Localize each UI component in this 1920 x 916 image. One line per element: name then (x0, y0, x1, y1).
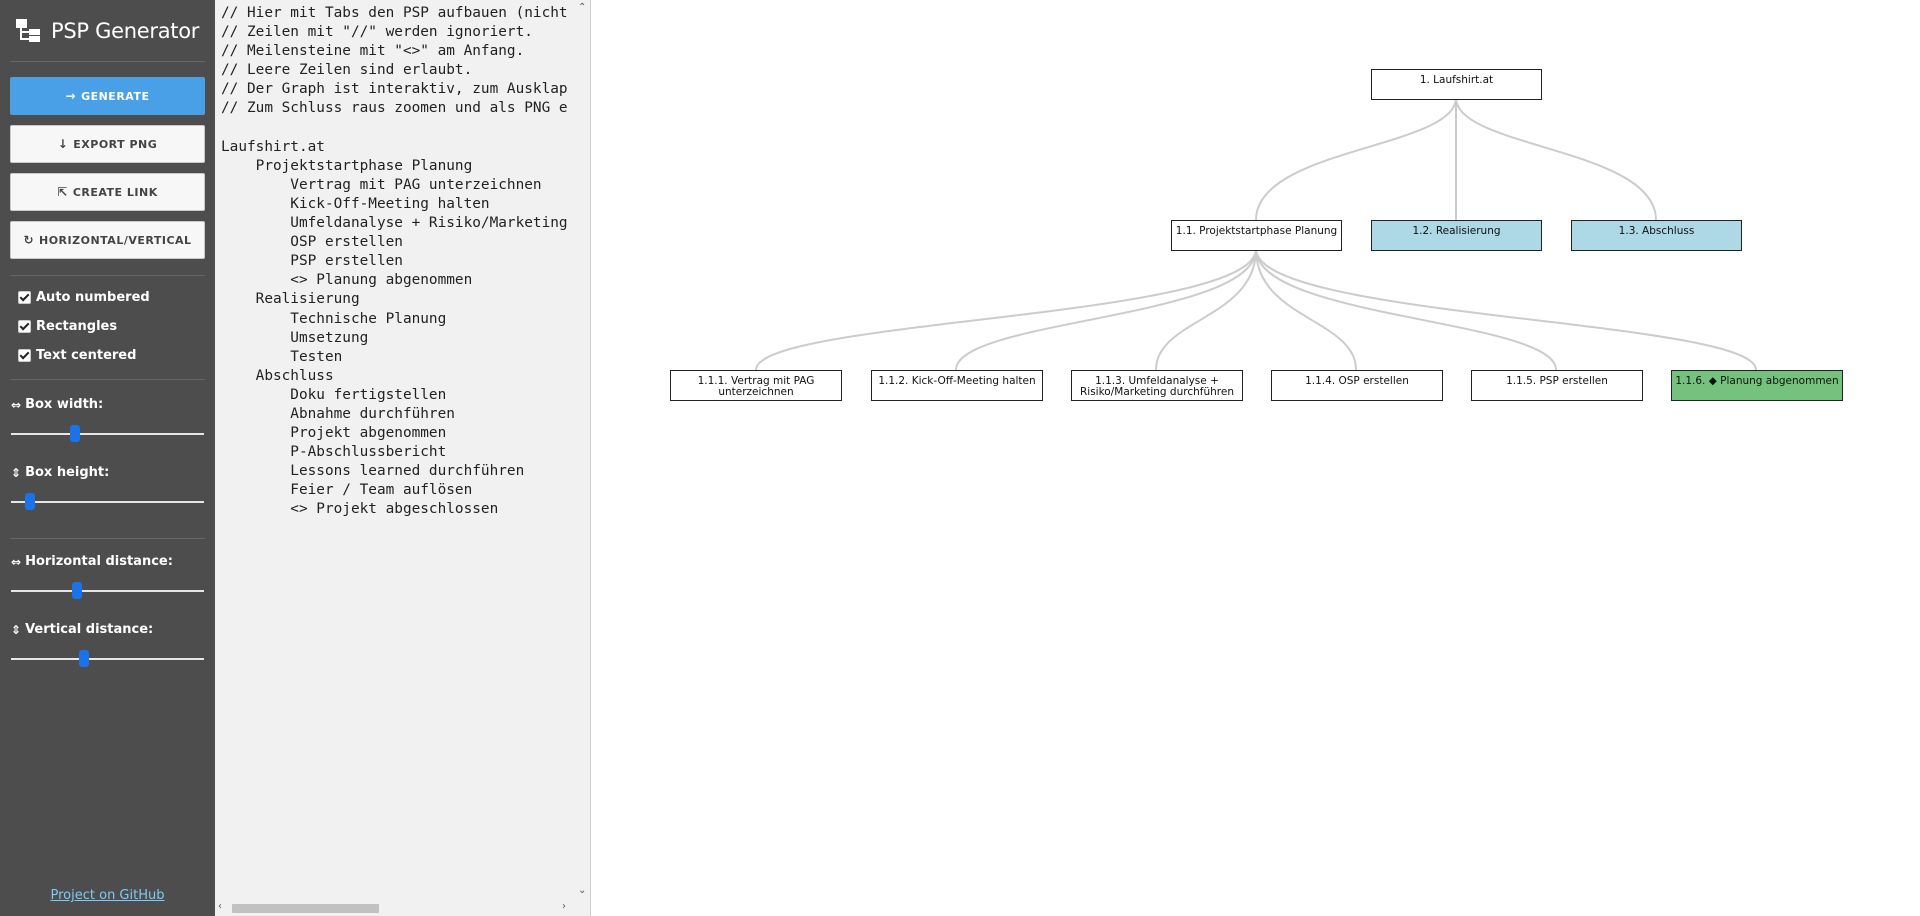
arrow-up-left-icon: ⇱ (57, 185, 68, 199)
create-link-button[interactable]: ⇱ CREATE LINK (10, 173, 205, 211)
vertical-distance-slider[interactable] (11, 650, 204, 667)
link-1-1-5 (1255, 248, 1557, 371)
text-centered-checkbox[interactable]: Text centered (18, 348, 136, 363)
vertical-distance-label: ⇕ Vertical distance: (11, 622, 153, 637)
tree-node-1-2[interactable]: 1.2. Realisierung (1371, 220, 1542, 251)
box-height-text: Box height: (25, 465, 110, 480)
horizontal-distance-slider-handle[interactable] (71, 582, 82, 599)
horizontal-distance-label: ⇔ Horizontal distance: (11, 554, 173, 569)
horizontal-arrows-icon: ⇔ (11, 554, 22, 569)
box-width-label: ⇔ Box width: (11, 397, 103, 412)
sidebar: PSP Generator → GENERATE ↓ EXPORT PNG ⇱ … (0, 0, 215, 916)
tree-node-1-1-5[interactable]: 1.1.5. PSP erstellen (1471, 370, 1643, 401)
horizontal-arrows-icon: ⇔ (11, 397, 22, 412)
tree-node-1-1-3[interactable]: 1.1.3. Umfeldanalyse + Risiko/Marketing … (1071, 370, 1243, 401)
vertical-arrows-icon: ⇕ (11, 465, 22, 480)
generate-button[interactable]: → GENERATE (10, 77, 205, 115)
divider (10, 61, 205, 62)
scroll-down-icon[interactable]: ⌄ (578, 885, 586, 896)
box-width-text: Box width: (25, 397, 104, 412)
box-width-slider[interactable] (11, 425, 204, 442)
vertical-distance-text: Vertical distance: (25, 622, 154, 637)
tree-node-1-1-2[interactable]: 1.1.2. Kick-Off-Meeting halten (871, 370, 1043, 401)
brand: PSP Generator (15, 14, 199, 48)
checkbox-checked-icon[interactable] (18, 349, 31, 362)
generate-label: GENERATE (81, 89, 150, 103)
horizontal-scrollbar-thumb[interactable] (232, 904, 379, 913)
tree-node-root[interactable]: 1. Laufshirt.at (1371, 69, 1542, 100)
link-1-1-1 (755, 248, 1257, 371)
scroll-left-icon[interactable]: ‹ (218, 901, 222, 912)
create-link-label: CREATE LINK (72, 185, 158, 199)
link-1-1-6 (1255, 248, 1757, 371)
auto-numbered-label: Auto numbered (36, 290, 150, 305)
checkbox-checked-icon[interactable] (18, 291, 31, 304)
box-height-label: ⇕ Box height: (11, 465, 109, 480)
checkbox-checked-icon[interactable] (18, 320, 31, 333)
divider (10, 538, 205, 539)
divider (10, 275, 205, 276)
node-label: 1.1.5. PSP erstellen (1506, 375, 1608, 387)
arrow-down-icon: ↓ (57, 137, 69, 151)
rectangles-checkbox[interactable]: Rectangles (18, 319, 117, 334)
rectangles-label: Rectangles (36, 319, 118, 334)
github-link[interactable]: Project on GitHub (0, 888, 215, 903)
tree-canvas[interactable]: 1. Laufshirt.at 1.1. Projektstartphase P… (591, 0, 1920, 916)
node-label: 1. Laufshirt.at (1419, 74, 1494, 86)
node-label: 1.2. Realisierung (1412, 225, 1501, 237)
node-label: 1.3. Abschluss (1618, 225, 1695, 237)
link-root-1-1 (1255, 97, 1457, 221)
tree-structure-icon (16, 19, 40, 42)
scroll-right-icon[interactable]: › (562, 901, 566, 912)
tree-node-1-3[interactable]: 1.3. Abschluss (1571, 220, 1742, 251)
rotate-icon: ↻ (23, 233, 34, 247)
horizontal-scrollbar[interactable]: ‹ › (215, 900, 575, 916)
tree-links (755, 97, 1757, 371)
node-label: 1.1.3. Umfeldanalyse + Risiko/Marketing … (1080, 375, 1234, 398)
node-label: 1.1.4. OSP erstellen (1305, 375, 1409, 387)
divider (10, 379, 205, 380)
vertical-scrollbar[interactable]: ⌃ ⌄ (574, 0, 590, 900)
node-label: 1.1.2. Kick-Off-Meeting halten (878, 375, 1036, 387)
tree-node-1-1-4[interactable]: 1.1.4. OSP erstellen (1271, 370, 1443, 401)
node-label: 1.1.6. ◆ Planung abgenommen (1675, 375, 1839, 387)
code-editor[interactable]: // Hier mit Tabs den PSP aufbauen (nicht… (215, 0, 591, 916)
export-png-label: EXPORT PNG (73, 137, 158, 151)
horizontal-distance-text: Horizontal distance: (25, 554, 173, 569)
box-height-slider-handle[interactable] (25, 493, 36, 510)
tree-node-1-1-1[interactable]: 1.1.1. Vertrag mit PAG unterzeichnen (670, 370, 842, 401)
link-1-1-3 (1155, 248, 1257, 371)
app-title: PSP Generator (51, 19, 200, 43)
tree-node-1-1-6[interactable]: 1.1.6. ◆ Planung abgenommen (1671, 370, 1843, 401)
horizontal-distance-slider[interactable] (11, 582, 204, 599)
vertical-distance-slider-handle[interactable] (79, 650, 90, 667)
text-centered-label: Text centered (36, 348, 137, 363)
tree-node-1-1[interactable]: 1.1. Projektstartphase Planung (1171, 220, 1342, 251)
scroll-up-icon[interactable]: ⌃ (578, 2, 586, 13)
link-1-1-4 (1255, 248, 1357, 371)
box-height-slider[interactable] (11, 493, 204, 510)
arrow-right-icon: → (65, 89, 77, 103)
box-width-slider-handle[interactable] (69, 425, 80, 442)
editor-text[interactable]: // Hier mit Tabs den PSP aufbauen (nicht… (221, 4, 568, 520)
link-1-1-2 (955, 248, 1257, 371)
node-label: 1.1. Projektstartphase Planung (1175, 225, 1338, 237)
node-label: 1.1.1. Vertrag mit PAG unterzeichnen (697, 375, 815, 398)
auto-numbered-checkbox[interactable]: Auto numbered (18, 290, 150, 305)
orientation-label: HORIZONTAL/VERTICAL (39, 233, 192, 247)
export-png-button[interactable]: ↓ EXPORT PNG (10, 125, 205, 163)
vertical-arrows-icon: ⇕ (11, 622, 22, 637)
orientation-toggle-button[interactable]: ↻ HORIZONTAL/VERTICAL (10, 221, 205, 259)
link-root-1-3 (1455, 97, 1657, 221)
